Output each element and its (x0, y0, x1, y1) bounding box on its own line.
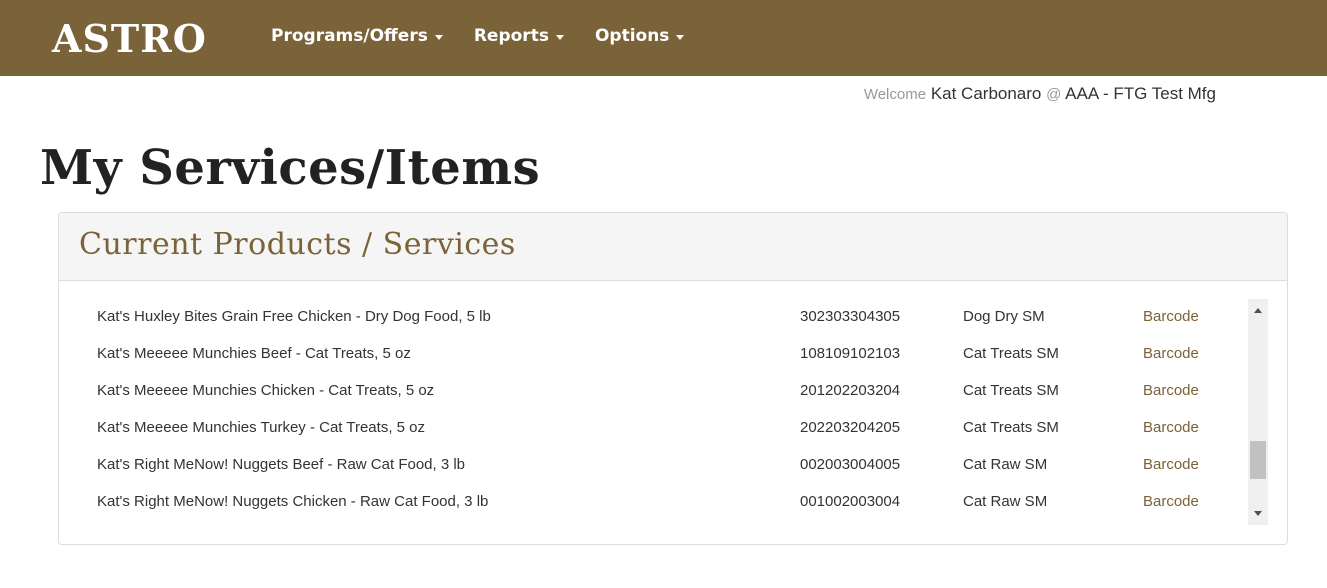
nav-options-label: Options (594, 26, 670, 46)
panel-title: Current Products / Services (79, 227, 516, 262)
product-category: Cat Treats SM (963, 382, 1059, 399)
product-name: Kat's Huxley Bites Grain Free Chicken - … (97, 308, 491, 325)
product-code: 202203204205 (800, 419, 901, 436)
list-item: Kat's Right MeNow! Nuggets Beef - Raw Ca… (59, 448, 1249, 485)
welcome-user: Kat Carbonaro (930, 84, 1042, 103)
product-category: Cat Raw SM (963, 456, 1048, 473)
barcode-link[interactable]: Barcode (1143, 456, 1199, 473)
product-code: 201202203204 (800, 382, 901, 399)
product-code: 108109102103 (800, 345, 901, 362)
top-navbar: ASTRO Programs/Offers Reports Options (0, 0, 1327, 76)
scrollbar-thumb[interactable] (1250, 441, 1266, 479)
nav-programs-offers[interactable]: Programs/Offers (271, 24, 443, 48)
chevron-down-icon (434, 34, 443, 40)
products-panel: Current Products / Services Kat's Huxley… (58, 212, 1288, 545)
chevron-down-icon (555, 34, 564, 40)
product-code: 302303304305 (800, 308, 901, 325)
barcode-link[interactable]: Barcode (1143, 308, 1199, 325)
welcome-company: AAA - FTG Test Mfg (1065, 84, 1216, 103)
panel-heading: Current Products / Services (59, 213, 1287, 281)
product-name: Kat's Meeeee Munchies Chicken - Cat Trea… (97, 382, 435, 399)
list-item: Kat's Meeeee Munchies Beef - Cat Treats,… (59, 337, 1249, 374)
product-category: Cat Treats SM (963, 345, 1059, 362)
barcode-link[interactable]: Barcode (1143, 493, 1199, 510)
barcode-link[interactable]: Barcode (1143, 382, 1199, 399)
list-item: Kat's Right MeNow! Nuggets Chicken - Raw… (59, 485, 1249, 522)
product-name: Kat's Meeeee Munchies Turkey - Cat Treat… (97, 419, 426, 436)
list-scrollbar[interactable] (1248, 299, 1268, 525)
welcome-message: Welcome Kat Carbonaro @ AAA - FTG Test M… (864, 84, 1216, 104)
product-name: Kat's Right MeNow! Nuggets Chicken - Raw… (97, 493, 489, 510)
welcome-prefix: Welcome (863, 86, 927, 103)
nav-options[interactable]: Options (594, 24, 685, 48)
nav-programs-offers-label: Programs/Offers (271, 26, 428, 46)
product-name: Kat's Right MeNow! Nuggets Beef - Raw Ca… (97, 456, 466, 473)
nav-reports[interactable]: Reports (474, 24, 564, 48)
product-category: Cat Raw SM (963, 493, 1048, 510)
page-title: My Services/Items (40, 140, 541, 196)
chevron-down-icon (676, 34, 685, 40)
main-nav: Programs/Offers Reports Options (271, 24, 715, 48)
nav-reports-label: Reports (473, 26, 549, 46)
barcode-link[interactable]: Barcode (1143, 345, 1199, 362)
product-code: 001002003004 (800, 493, 901, 510)
barcode-link[interactable]: Barcode (1143, 419, 1199, 436)
list-item: Kat's Meeeee Munchies Chicken - Cat Trea… (59, 374, 1249, 411)
astro-logo[interactable]: ASTRO (52, 18, 207, 60)
scroll-up-arrow-icon[interactable] (1254, 308, 1262, 313)
welcome-at: @ (1046, 86, 1062, 103)
products-list: Kat's Huxley Bites Grain Free Chicken - … (59, 300, 1249, 522)
product-code: 002003004005 (800, 456, 901, 473)
scroll-down-arrow-icon[interactable] (1254, 511, 1262, 516)
list-item: Kat's Meeeee Munchies Turkey - Cat Treat… (59, 411, 1249, 448)
product-category: Cat Treats SM (963, 419, 1059, 436)
list-item: Kat's Huxley Bites Grain Free Chicken - … (59, 300, 1249, 337)
product-name: Kat's Meeeee Munchies Beef - Cat Treats,… (97, 345, 411, 362)
product-category: Dog Dry SM (963, 308, 1045, 325)
